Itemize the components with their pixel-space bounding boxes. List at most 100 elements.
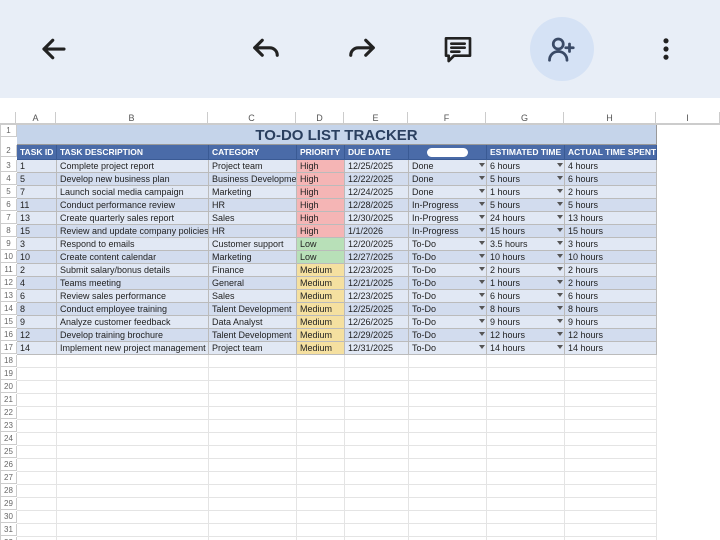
- empty-cell[interactable]: [57, 446, 209, 459]
- row-number[interactable]: 28: [1, 485, 17, 497]
- empty-cell[interactable]: [487, 368, 565, 381]
- cell-desc[interactable]: Create content calendar: [57, 251, 209, 264]
- cell-due[interactable]: 12/25/2025: [345, 303, 409, 316]
- empty-cell[interactable]: [409, 381, 487, 394]
- empty-cell[interactable]: [297, 511, 345, 524]
- empty-cell[interactable]: [345, 472, 409, 485]
- row-number[interactable]: 11: [1, 264, 17, 276]
- cell-status[interactable]: To-Do: [409, 342, 487, 355]
- row-number[interactable]: 13: [1, 290, 17, 302]
- cell-priority[interactable]: Medium: [297, 303, 345, 316]
- row-number[interactable]: 25: [1, 446, 17, 458]
- empty-cell[interactable]: [565, 472, 657, 485]
- empty-cell[interactable]: [209, 472, 297, 485]
- spreadsheet[interactable]: ABCDEFGHI 1TO-DO LIST TRACKER2TASK IDTAS…: [0, 112, 720, 540]
- cell-category[interactable]: Project team: [209, 342, 297, 355]
- empty-cell[interactable]: [409, 355, 487, 368]
- row-number[interactable]: 5: [1, 186, 17, 198]
- cell-actual[interactable]: 5 hours: [565, 199, 657, 212]
- empty-cell[interactable]: [297, 407, 345, 420]
- row-number[interactable]: 22: [1, 407, 17, 419]
- empty-cell[interactable]: [209, 407, 297, 420]
- cell-due[interactable]: 12/20/2025: [345, 238, 409, 251]
- cell-est[interactable]: 1 hours: [487, 277, 565, 290]
- empty-cell[interactable]: [297, 524, 345, 537]
- cell-priority[interactable]: Medium: [297, 277, 345, 290]
- col-header[interactable]: D: [296, 112, 344, 124]
- empty-cell[interactable]: [297, 420, 345, 433]
- cell-category[interactable]: Talent Development: [209, 303, 297, 316]
- empty-cell[interactable]: [209, 433, 297, 446]
- cell-due[interactable]: 12/22/2025: [345, 173, 409, 186]
- empty-cell[interactable]: [409, 511, 487, 524]
- cell-desc[interactable]: Create quarterly sales report: [57, 212, 209, 225]
- cell-desc[interactable]: Develop new business plan: [57, 173, 209, 186]
- row-number[interactable]: 19: [1, 368, 17, 380]
- empty-cell[interactable]: [409, 524, 487, 537]
- empty-cell[interactable]: [209, 511, 297, 524]
- cell-est[interactable]: 5 hours: [487, 199, 565, 212]
- cell-category[interactable]: Sales: [209, 290, 297, 303]
- column-header-priority[interactable]: PRIORITY: [297, 145, 345, 160]
- empty-cell[interactable]: [487, 381, 565, 394]
- empty-cell[interactable]: [345, 446, 409, 459]
- col-header[interactable]: E: [344, 112, 408, 124]
- row-number[interactable]: 23: [1, 420, 17, 432]
- cell-category[interactable]: HR: [209, 199, 297, 212]
- empty-cell[interactable]: [17, 498, 57, 511]
- col-header[interactable]: A: [16, 112, 56, 124]
- row-number[interactable]: 4: [1, 173, 17, 185]
- cell-est[interactable]: 2 hours: [487, 264, 565, 277]
- empty-cell[interactable]: [209, 498, 297, 511]
- row-number[interactable]: 9: [1, 238, 17, 250]
- column-header-due[interactable]: DUE DATE: [345, 145, 409, 160]
- empty-cell[interactable]: [17, 420, 57, 433]
- cell-est[interactable]: 15 hours: [487, 225, 565, 238]
- cell-task-id[interactable]: 8: [17, 303, 57, 316]
- row-number[interactable]: 2: [1, 145, 17, 157]
- empty-cell[interactable]: [487, 407, 565, 420]
- empty-cell[interactable]: [209, 368, 297, 381]
- empty-cell[interactable]: [17, 485, 57, 498]
- empty-cell[interactable]: [297, 355, 345, 368]
- empty-cell[interactable]: [345, 368, 409, 381]
- cell-priority[interactable]: Medium: [297, 316, 345, 329]
- row-number[interactable]: 16: [1, 329, 17, 341]
- cell-due[interactable]: 1/1/2026: [345, 225, 409, 238]
- cell-priority[interactable]: Medium: [297, 329, 345, 342]
- cell-due[interactable]: 12/25/2025: [345, 160, 409, 173]
- empty-cell[interactable]: [57, 420, 209, 433]
- cell-category[interactable]: Marketing: [209, 186, 297, 199]
- cell-priority[interactable]: Low: [297, 238, 345, 251]
- cell-task-id[interactable]: 11: [17, 199, 57, 212]
- empty-cell[interactable]: [297, 459, 345, 472]
- cell-actual[interactable]: 14 hours: [565, 342, 657, 355]
- cell-priority[interactable]: High: [297, 212, 345, 225]
- empty-cell[interactable]: [17, 511, 57, 524]
- cell-task-id[interactable]: 9: [17, 316, 57, 329]
- cell-status[interactable]: To-Do: [409, 329, 487, 342]
- empty-cell[interactable]: [17, 472, 57, 485]
- cell-task-id[interactable]: 7: [17, 186, 57, 199]
- cell-est[interactable]: 1 hours: [487, 186, 565, 199]
- empty-cell[interactable]: [209, 485, 297, 498]
- sheet-title[interactable]: TO-DO LIST TRACKER: [17, 125, 657, 145]
- empty-cell[interactable]: [487, 498, 565, 511]
- empty-cell[interactable]: [487, 485, 565, 498]
- col-header[interactable]: [0, 112, 16, 124]
- cell-category[interactable]: Data Analyst: [209, 316, 297, 329]
- cell-task-id[interactable]: 1: [17, 160, 57, 173]
- cell-task-id[interactable]: 12: [17, 329, 57, 342]
- cell-actual[interactable]: 6 hours: [565, 173, 657, 186]
- cell-status[interactable]: To-Do: [409, 303, 487, 316]
- cell-task-id[interactable]: 13: [17, 212, 57, 225]
- empty-cell[interactable]: [297, 498, 345, 511]
- cell-priority[interactable]: High: [297, 173, 345, 186]
- share-button[interactable]: [530, 17, 594, 81]
- row-number[interactable]: 20: [1, 381, 17, 393]
- empty-cell[interactable]: [487, 446, 565, 459]
- cell-category[interactable]: HR: [209, 225, 297, 238]
- row-number[interactable]: 3: [1, 160, 17, 172]
- comment-button[interactable]: [434, 25, 482, 73]
- row-number[interactable]: 26: [1, 459, 17, 471]
